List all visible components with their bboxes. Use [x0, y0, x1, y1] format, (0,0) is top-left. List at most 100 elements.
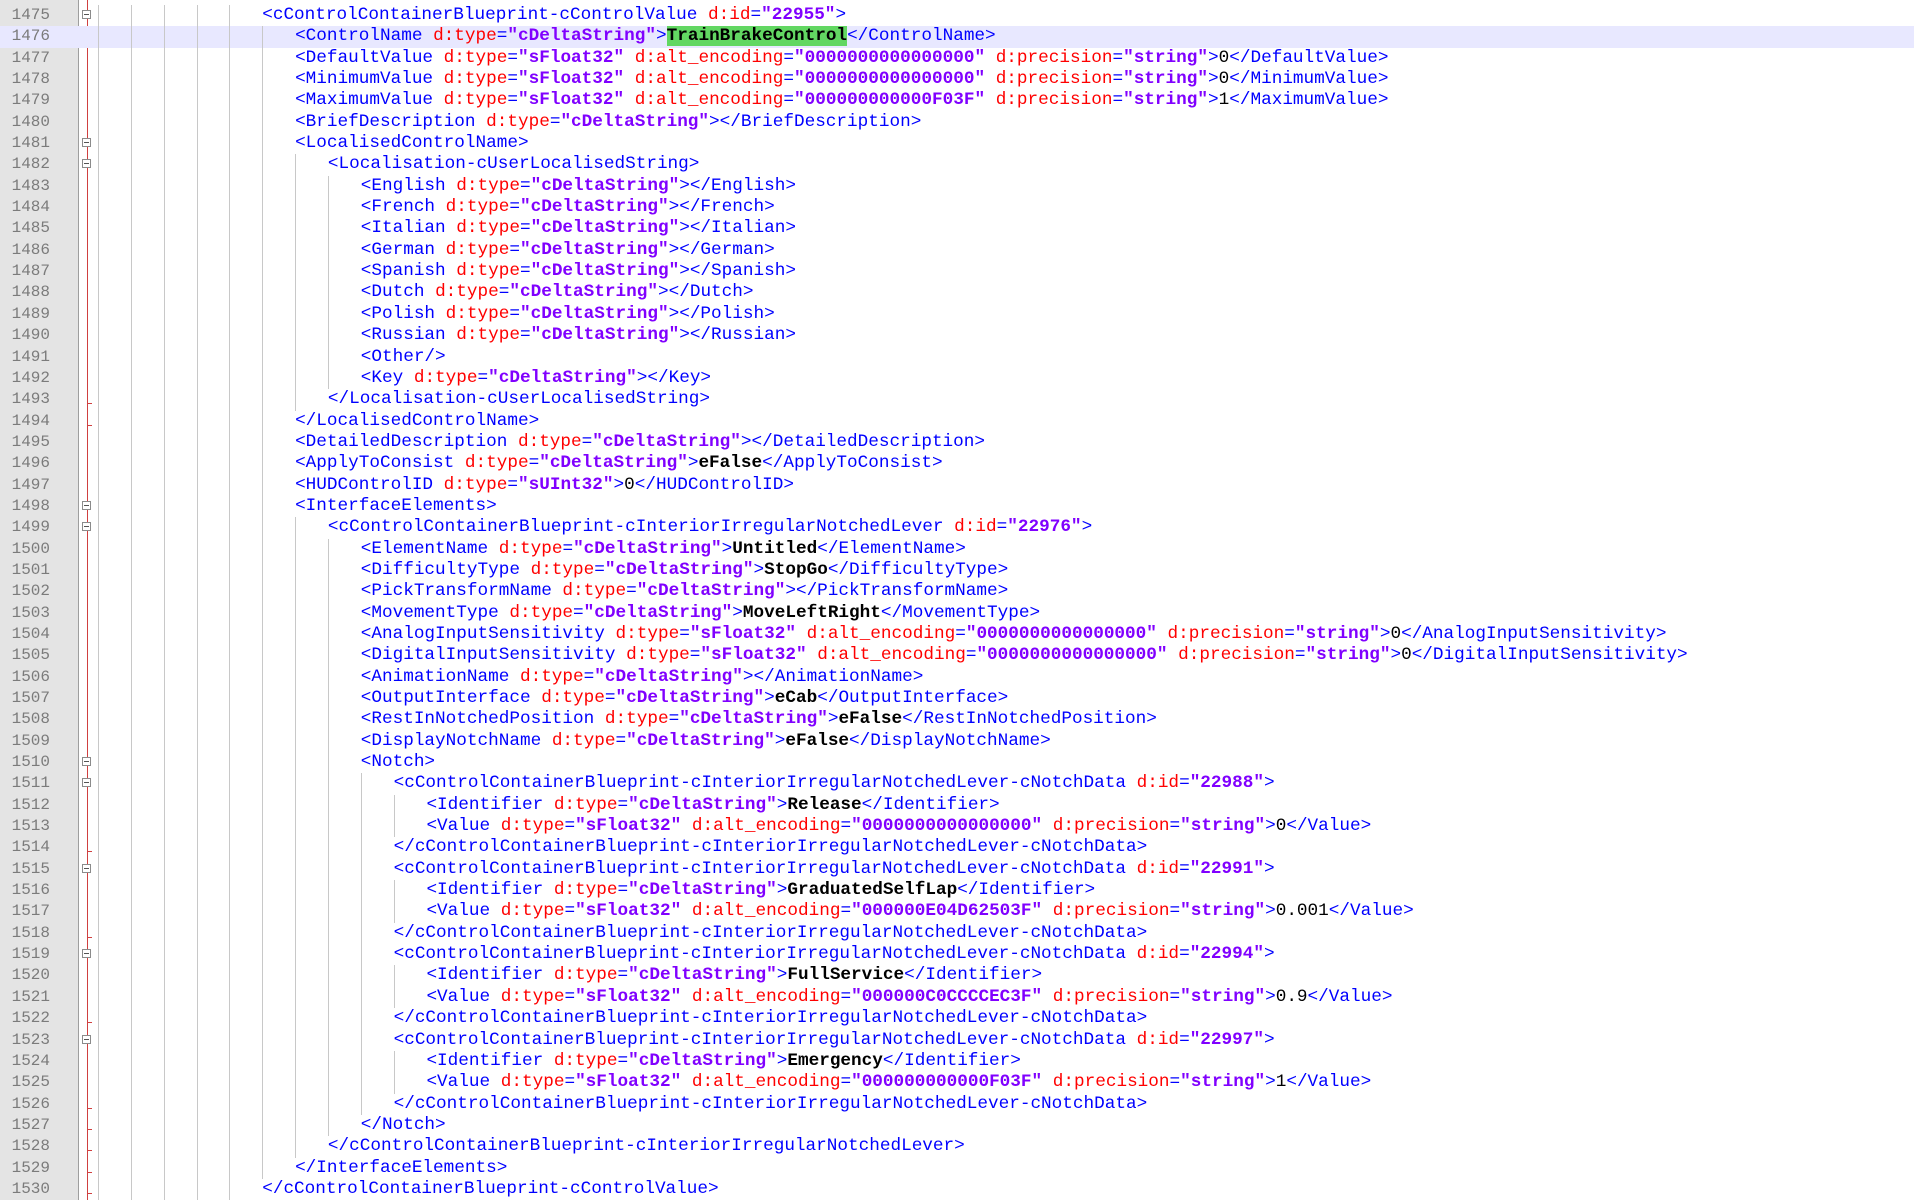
code-line[interactable]: 1482 <Localisation-cUserLocalisedString> — [0, 154, 1914, 176]
xml-tag: = — [955, 623, 966, 644]
code-line[interactable]: 1521 <Value d:type="sFloat32" d:alt_enco… — [0, 986, 1914, 1009]
code-line[interactable]: 1526 </cControlContainerBlueprint-cInter… — [0, 1093, 1914, 1115]
line-number: 1478 — [11, 70, 50, 89]
fold-collapse-icon[interactable] — [82, 10, 91, 19]
code-line[interactable]: 1484 <French d:type="cDeltaString"></Fre… — [0, 197, 1914, 219]
code-line[interactable]: 1523 <cControlContainerBlueprint-cInteri… — [0, 1029, 1914, 1051]
code-line[interactable]: 1520 <Identifier d:type="cDeltaString">F… — [0, 965, 1914, 987]
code-line[interactable]: 1511 <cControlContainerBlueprint-cInteri… — [0, 773, 1914, 795]
code-line[interactable]: 1519 <cControlContainerBlueprint-cInteri… — [0, 944, 1914, 966]
code-line[interactable]: 1496 <ApplyToConsist d:type="cDeltaStrin… — [0, 453, 1914, 475]
code-line[interactable]: 1515 <cControlContainerBlueprint-cInteri… — [0, 858, 1914, 881]
indent-guide — [163, 5, 165, 27]
code-line[interactable]: 1527 </Notch> — [0, 1114, 1914, 1137]
code-line[interactable]: 1492 <Key d:type="cDeltaString"></Key> — [0, 367, 1914, 390]
xml-text-content: 0 — [1390, 623, 1402, 644]
code-line[interactable]: 1530 </cControlContainerBlueprint-cContr… — [0, 1178, 1914, 1200]
code-line[interactable]: 1495 <DetailedDescription d:type="cDelta… — [0, 431, 1914, 454]
code-line[interactable]: 1489 <Polish d:type="cDeltaString"></Pol… — [0, 303, 1914, 326]
xml-tag: ></Key> — [636, 367, 712, 388]
xml-tag: > — [1208, 69, 1219, 90]
indent-guide — [196, 1157, 198, 1179]
code-line[interactable]: 1477 <DefaultValue d:type="sFloat32" d:a… — [0, 47, 1914, 70]
xml-tag: <Localisation-cUserLocalisedString> — [327, 154, 700, 175]
code-line[interactable]: 1507 <OutputInterface d:type="cDeltaStri… — [0, 688, 1914, 710]
code-line[interactable]: 1505 <DigitalInputSensitivity d:type="sF… — [0, 645, 1914, 667]
indent-guide — [229, 922, 231, 945]
code-line[interactable]: 1502 <PickTransformName d:type="cDeltaSt… — [0, 581, 1914, 603]
xml-tag: </cControlContainerBlueprint-cInteriorIr… — [393, 837, 1148, 858]
xml-tag: = — [498, 282, 510, 303]
code-line[interactable]: 1481 <LocalisedControlName> — [0, 133, 1914, 155]
code-line[interactable]: 1493 </Localisation-cUserLocalisedString… — [0, 389, 1914, 411]
indent-guide — [98, 1178, 99, 1200]
indent-guide — [262, 1029, 264, 1051]
line-number: 1495 — [11, 432, 50, 451]
indent-guide — [163, 965, 165, 987]
code-line[interactable]: 1475 <cControlContainerBlueprint-cContro… — [0, 5, 1914, 27]
code-line[interactable]: 1524 <Identifier d:type="cDeltaString">E… — [0, 1050, 1914, 1073]
indent-guide — [295, 581, 297, 603]
fold-collapse-icon[interactable] — [82, 138, 91, 148]
fold-collapse-icon[interactable] — [82, 159, 91, 169]
code-line[interactable]: 1514 </cControlContainerBlueprint-cInter… — [0, 837, 1914, 859]
code-text: <MaximumValue d:type="sFloat32" d:alt_en… — [98, 90, 1388, 112]
code-line[interactable]: 1491 <Other/> — [0, 346, 1914, 368]
code-line[interactable]: 1479 <MaximumValue d:type="sFloat32" d:a… — [0, 90, 1914, 112]
code-line[interactable]: 1504 <AnalogInputSensitivity d:type="sFl… — [0, 623, 1914, 646]
code-line[interactable]: 1522 </cControlContainerBlueprint-cInter… — [0, 1008, 1914, 1030]
code-line[interactable]: 1528 </cControlContainerBlueprint-cInter… — [0, 1136, 1914, 1158]
xml-attribute-value: "cDeltaString" — [636, 581, 786, 602]
fold-collapse-icon[interactable] — [82, 757, 91, 767]
indent-guide — [130, 986, 132, 1009]
code-line[interactable]: 1517 <Value d:type="sFloat32" d:alt_enco… — [0, 901, 1914, 923]
xml-tag: </Identifier> — [957, 880, 1096, 901]
xml-attribute-value: "sFloat32" — [575, 901, 682, 922]
code-line[interactable]: 1497 <HUDControlID d:type="sUInt32">0</H… — [0, 474, 1914, 496]
code-line[interactable]: 1498 <InterfaceElements> — [0, 495, 1914, 518]
code-line[interactable]: 1508 <RestInNotchedPosition d:type="cDel… — [0, 709, 1914, 731]
code-line[interactable]: 1499 <cControlContainerBlueprint-cInteri… — [0, 517, 1914, 539]
indent-guide — [163, 47, 165, 70]
indent-guide — [327, 1029, 329, 1051]
indent-guide — [262, 666, 264, 688]
indent-guide — [98, 944, 99, 966]
code-line[interactable]: 1483 <English d:type="cDeltaString"></En… — [0, 175, 1914, 198]
code-line[interactable]: 1490 <Russian d:type="cDeltaString"></Ru… — [0, 325, 1914, 347]
indent-guide — [295, 602, 297, 624]
fold-collapse-icon[interactable] — [82, 863, 91, 873]
code-line[interactable]: 1494 </LocalisedControlName> — [0, 410, 1914, 432]
code-line[interactable]: 1529 </InterfaceElements> — [0, 1157, 1914, 1179]
code-line[interactable]: 1485 <Italian d:type="cDeltaString"></It… — [0, 218, 1914, 240]
code-line[interactable]: 1501 <DifficultyType d:type="cDeltaStrin… — [0, 559, 1914, 582]
code-line[interactable]: 1480 <BriefDescription d:type="cDeltaStr… — [0, 111, 1914, 134]
indent-guide — [196, 581, 198, 603]
indent-guide — [98, 559, 99, 582]
fold-collapse-icon[interactable] — [82, 949, 91, 959]
code-line[interactable]: 1500 <ElementName d:type="cDeltaString">… — [0, 538, 1914, 560]
fold-collapse-icon[interactable] — [82, 500, 91, 510]
code-line[interactable]: 1486 <German d:type="cDeltaString"></Ger… — [0, 239, 1914, 262]
code-line[interactable]: 1478 <MinimumValue d:type="sFloat32" d:a… — [0, 69, 1914, 91]
code-line[interactable]: 1513 <Value d:type="sFloat32" d:alt_enco… — [0, 816, 1914, 838]
xml-attribute-value: "cDeltaString" — [488, 367, 637, 388]
code-line[interactable]: 1509 <DisplayNotchName d:type="cDeltaStr… — [0, 730, 1914, 753]
code-line[interactable]: 1503 <MovementType d:type="cDeltaString"… — [0, 602, 1914, 624]
code-line[interactable]: 1518 </cControlContainerBlueprint-cInter… — [0, 922, 1914, 945]
code-line[interactable]: 1506 <AnimationName d:type="cDeltaString… — [0, 666, 1914, 688]
code-line[interactable]: 1488 <Dutch d:type="cDeltaString"></Dutc… — [0, 282, 1914, 304]
code-line[interactable]: 1525 <Value d:type="sFloat32" d:alt_enco… — [0, 1072, 1914, 1094]
fold-collapse-icon[interactable] — [82, 1034, 91, 1044]
xml-tag: ></AnimationName> — [742, 666, 924, 687]
code-line[interactable]: 1487 <Spanish d:type="cDeltaString"></Sp… — [0, 261, 1914, 283]
xml-tag: ></Spanish> — [679, 261, 796, 282]
code-editor[interactable]: 1475 <cControlContainerBlueprint-cContro… — [0, 5, 1914, 1200]
fold-collapse-icon[interactable] — [82, 778, 91, 788]
code-line[interactable]: 1476 <ControlName d:type="cDeltaString">… — [0, 26, 1914, 48]
indent-guide — [130, 880, 132, 902]
code-line[interactable]: 1516 <Identifier d:type="cDeltaString">G… — [0, 880, 1914, 902]
code-line[interactable]: 1510 <Notch> — [0, 752, 1914, 774]
fold-collapse-icon[interactable] — [82, 522, 91, 532]
code-line[interactable]: 1512 <Identifier d:type="cDeltaString">R… — [0, 794, 1914, 817]
indent-guide — [196, 880, 198, 902]
